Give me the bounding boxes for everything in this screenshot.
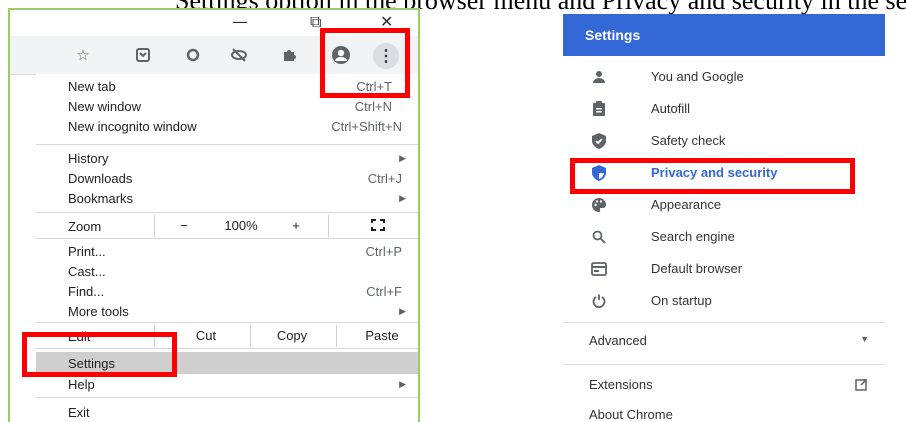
zoom-out-button[interactable]: − bbox=[172, 215, 196, 235]
menu-divider bbox=[36, 322, 418, 323]
sidebar-item-extensions[interactable]: Extensions bbox=[563, 370, 885, 400]
star-icon[interactable]: ☆ bbox=[72, 44, 94, 66]
menu-item-new-window[interactable]: New window Ctrl+N bbox=[36, 96, 418, 116]
sidebar-item-on-startup[interactable]: On startup bbox=[563, 286, 885, 316]
search-icon bbox=[589, 228, 609, 246]
highlight-menu-button bbox=[320, 28, 410, 98]
settings-title: Settings bbox=[585, 27, 641, 43]
fullscreen-icon[interactable] bbox=[366, 215, 390, 235]
reading-list-icon[interactable] bbox=[132, 44, 154, 66]
menu-item-zoom: Zoom − 100% + bbox=[36, 215, 418, 237]
edit-divider bbox=[336, 325, 337, 347]
submenu-arrow-icon: ▶ bbox=[399, 152, 406, 163]
chevron-down-icon: ▼ bbox=[860, 334, 869, 344]
power-icon bbox=[589, 292, 609, 310]
menu-item-help[interactable]: Help ▶ bbox=[36, 374, 418, 394]
menu-item-exit[interactable]: Exit bbox=[36, 402, 418, 422]
settings-header: Settings bbox=[563, 14, 885, 56]
person-icon bbox=[589, 68, 609, 86]
sidebar-divider bbox=[563, 364, 885, 365]
menu-item-find[interactable]: Find... Ctrl+F bbox=[36, 281, 418, 301]
menu-divider bbox=[36, 144, 418, 145]
hide-icon[interactable] bbox=[228, 44, 250, 66]
palette-icon bbox=[589, 196, 609, 214]
menu-divider bbox=[36, 397, 418, 398]
sidebar-item-default-browser[interactable]: Default browser bbox=[563, 254, 885, 284]
submenu-arrow-icon: ▶ bbox=[399, 378, 406, 389]
paste-button[interactable]: Paste bbox=[352, 325, 412, 345]
menu-item-more-tools[interactable]: More tools ▶ bbox=[36, 301, 418, 321]
extension-circle-icon[interactable] bbox=[182, 44, 204, 66]
open-in-new-icon bbox=[855, 378, 867, 396]
copy-button[interactable]: Copy bbox=[262, 325, 322, 345]
menu-item-history[interactable]: History ▶ bbox=[36, 148, 418, 168]
edit-divider bbox=[250, 325, 251, 347]
menu-divider bbox=[36, 212, 418, 213]
settings-sidebar: You and Google Autofill Safety check Pri… bbox=[563, 56, 885, 422]
sidebar-advanced-toggle[interactable]: Advanced ▼ bbox=[563, 326, 885, 356]
menu-item-print[interactable]: Print... Ctrl+P bbox=[36, 241, 418, 261]
menu-divider bbox=[36, 238, 418, 239]
sidebar-item-you-and-google[interactable]: You and Google bbox=[563, 62, 885, 92]
sidebar-item-search-engine[interactable]: Search engine bbox=[563, 222, 885, 252]
browser-icon bbox=[589, 260, 609, 278]
highlight-privacy-and-security bbox=[570, 158, 855, 194]
sidebar-item-autofill[interactable]: Autofill bbox=[563, 94, 885, 124]
cut-button[interactable]: Cut bbox=[176, 325, 236, 345]
zoom-divider bbox=[328, 215, 329, 237]
clipboard-icon bbox=[589, 100, 609, 118]
settings-page: Settings You and Google Autofill Safety … bbox=[563, 14, 885, 422]
shield-check-icon bbox=[589, 132, 609, 150]
puzzle-icon[interactable] bbox=[278, 44, 300, 66]
menu-item-bookmarks[interactable]: Bookmarks ▶ bbox=[36, 188, 418, 208]
submenu-arrow-icon: ▶ bbox=[399, 305, 406, 316]
menu-item-cast[interactable]: Cast... bbox=[36, 261, 418, 281]
zoom-in-button[interactable]: + bbox=[284, 215, 308, 235]
zoom-divider bbox=[154, 215, 155, 237]
submenu-arrow-icon: ▶ bbox=[399, 192, 406, 203]
sidebar-item-safety-check[interactable]: Safety check bbox=[563, 126, 885, 156]
sidebar-item-about-chrome[interactable]: About Chrome bbox=[563, 400, 885, 422]
minimize-button[interactable]: — bbox=[232, 12, 248, 31]
highlight-settings-item bbox=[22, 332, 177, 377]
zoom-value: 100% bbox=[224, 217, 258, 233]
menu-item-downloads[interactable]: Downloads Ctrl+J bbox=[36, 168, 418, 188]
menu-item-new-incognito[interactable]: New incognito window Ctrl+Shift+N bbox=[36, 116, 418, 136]
sidebar-divider bbox=[563, 322, 885, 323]
sidebar-item-appearance[interactable]: Appearance bbox=[563, 190, 885, 220]
